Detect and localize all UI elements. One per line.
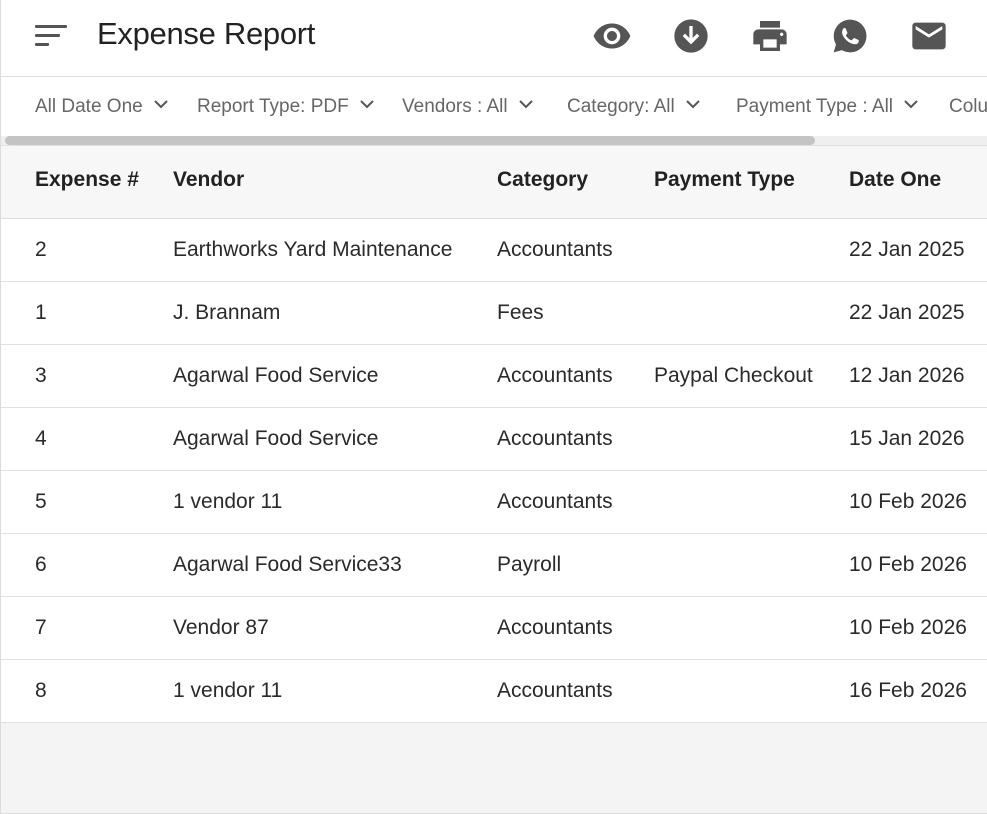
cell-vendor: Agarwal Food Service33 [173, 553, 402, 576]
cell-vendor: 1 vendor 11 [173, 679, 283, 702]
cell-expense-number: 3 [35, 364, 47, 387]
cell-vendor: Vendor 87 [173, 616, 269, 639]
chevron-down-icon [686, 100, 700, 109]
table-header-row: Expense # Vendor Category Payment Type D… [1, 145, 987, 219]
cell-date-one: 22 Jan 2025 [849, 238, 965, 261]
cell-category: Accountants [497, 427, 613, 450]
table-row[interactable]: 8 1 vendor 11 Accountants 16 Feb 2026 [1, 660, 987, 723]
table-row[interactable]: 3 Agarwal Food Service Accountants Paypa… [1, 345, 987, 408]
cell-date-one: 10 Feb 2026 [849, 490, 967, 513]
cell-vendor: J. Brannam [173, 301, 281, 324]
cell-expense-number: 2 [35, 238, 47, 261]
scrollbar-thumb[interactable] [5, 136, 815, 145]
expense-table: Expense # Vendor Category Payment Type D… [1, 145, 987, 723]
filter-label: All Date One [35, 96, 143, 117]
cell-category: Accountants [497, 616, 613, 639]
cell-expense-number: 7 [35, 616, 47, 639]
filter-label: Colu [949, 96, 987, 117]
table-row[interactable]: 4 Agarwal Food Service Accountants 15 Ja… [1, 408, 987, 471]
filter-vendors[interactable]: Vendors : All [402, 96, 533, 118]
table-row[interactable]: 6 Agarwal Food Service33 Payroll 10 Feb … [1, 534, 987, 597]
cell-category: Accountants [497, 364, 613, 387]
chevron-down-icon [360, 100, 374, 109]
menu-icon[interactable] [35, 22, 71, 50]
chevron-down-icon [519, 100, 533, 109]
filter-label: Category: All [567, 96, 675, 117]
chevron-down-icon [154, 100, 168, 109]
print-icon[interactable] [750, 16, 790, 56]
page-title: Expense Report [97, 16, 316, 51]
cell-expense-number: 4 [35, 427, 47, 450]
download-icon[interactable] [671, 16, 711, 56]
mail-icon[interactable] [909, 16, 949, 56]
app-header: Expense Report [1, 0, 987, 77]
column-header-vendor[interactable]: Vendor [173, 168, 244, 192]
cell-payment-type: Paypal Checkout [654, 364, 813, 387]
cell-date-one: 15 Jan 2026 [849, 427, 965, 450]
cell-vendor: Earthworks Yard Maintenance [173, 238, 453, 261]
cell-date-one: 16 Feb 2026 [849, 679, 967, 702]
cell-category: Accountants [497, 238, 613, 261]
whatsapp-icon[interactable] [830, 16, 870, 56]
cell-date-one: 10 Feb 2026 [849, 553, 967, 576]
cell-category: Fees [497, 301, 544, 324]
filter-report-type[interactable]: Report Type: PDF [197, 96, 374, 118]
cell-vendor: Agarwal Food Service [173, 364, 379, 387]
filter-label: Payment Type : All [736, 96, 894, 117]
cell-expense-number: 5 [35, 490, 47, 513]
chevron-down-icon [904, 100, 919, 109]
cell-category: Accountants [497, 490, 613, 513]
filter-label: Vendors : All [402, 96, 508, 117]
cell-expense-number: 1 [35, 301, 47, 324]
column-header-category[interactable]: Category [497, 168, 588, 192]
cell-vendor: 1 vendor 11 [173, 490, 283, 513]
column-header-expense-number[interactable]: Expense # [35, 168, 139, 192]
column-header-date-one[interactable]: Date One [849, 168, 941, 192]
table-row[interactable]: 5 1 vendor 11 Accountants 10 Feb 2026 [1, 471, 987, 534]
filter-date-one[interactable]: All Date One [35, 96, 168, 118]
eye-icon[interactable] [592, 16, 632, 56]
table-row[interactable]: 2 Earthworks Yard Maintenance Accountant… [1, 219, 987, 282]
cell-date-one: 12 Jan 2026 [849, 364, 965, 387]
cell-date-one: 10 Feb 2026 [849, 616, 967, 639]
table-row[interactable]: 1 J. Brannam Fees 22 Jan 2025 [1, 282, 987, 345]
cell-expense-number: 8 [35, 679, 47, 702]
table-row[interactable]: 7 Vendor 87 Accountants 10 Feb 2026 [1, 597, 987, 660]
filter-category[interactable]: Category: All [567, 96, 700, 118]
filter-payment-type[interactable]: Payment Type : All [736, 96, 919, 118]
filter-columns[interactable]: Colu [949, 96, 987, 118]
filter-bar: All Date One Report Type: PDF Vendors : … [1, 77, 987, 145]
expense-report-window: Expense Report All Date One Report Type:… [0, 0, 987, 814]
cell-expense-number: 6 [35, 553, 47, 576]
cell-date-one: 22 Jan 2025 [849, 301, 965, 324]
cell-category: Accountants [497, 679, 613, 702]
cell-vendor: Agarwal Food Service [173, 427, 379, 450]
cell-category: Payroll [497, 553, 562, 576]
column-header-payment-type[interactable]: Payment Type [654, 168, 795, 192]
filter-label: Report Type: PDF [197, 96, 349, 117]
